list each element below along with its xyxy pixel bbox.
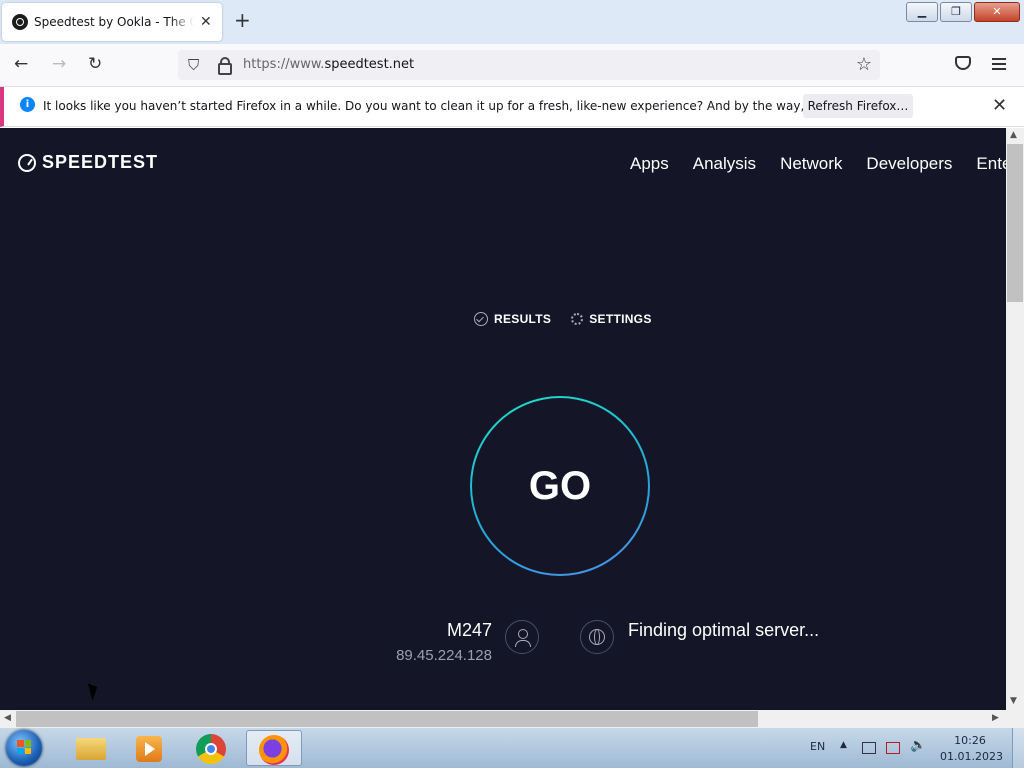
ip-address: 89.45.224.128 (396, 647, 492, 664)
scroll-right-arrow-icon[interactable]: ▶ (992, 713, 999, 723)
result-settings-links: RESULTS SETTINGS (474, 312, 652, 326)
windows-taskbar: EN ▲ 🔈 10:26 01.01.2023 (0, 728, 1024, 768)
lock-icon[interactable] (218, 57, 232, 75)
tab-close-icon[interactable]: ✕ (200, 14, 212, 30)
reload-icon[interactable]: ↻ (88, 54, 102, 74)
go-button[interactable]: GO (470, 396, 650, 576)
taskbar-file-explorer[interactable] (62, 730, 118, 766)
language-indicator[interactable]: EN (810, 740, 825, 753)
nav-item-apps[interactable]: Apps (630, 154, 669, 174)
hamburger-menu-icon[interactable] (992, 58, 1006, 73)
folder-icon (76, 738, 106, 760)
new-tab-button[interactable]: + (234, 8, 251, 32)
nav-item-analysis[interactable]: Analysis (693, 154, 756, 174)
chrome-icon (196, 734, 226, 764)
tab-bar: Speedtest by Ookla - The Global Broadban… (0, 0, 1024, 44)
nav-item-developers[interactable]: Developers (866, 154, 952, 174)
clock-time: 10:26 (954, 734, 986, 747)
logo-text: SPEEDTEST (42, 152, 159, 172)
notification-bar: i It looks like you haven’t started Fire… (0, 87, 1024, 127)
window-controls: ▁ ❐ ✕ (906, 2, 1020, 22)
horizontal-scrollbar[interactable]: ◀ ▶ (0, 710, 1006, 728)
close-window-button[interactable]: ✕ (974, 2, 1020, 22)
taskbar-clock[interactable]: 10:26 01.01.2023 (940, 733, 1003, 765)
results-link[interactable]: RESULTS (474, 312, 551, 326)
maximize-button[interactable]: ❐ (940, 2, 972, 22)
navigation-toolbar: ← → ↻ ⛉ https://www.speedtest.net ☆ (0, 44, 1024, 87)
minimize-button[interactable]: ▁ (906, 2, 938, 22)
taskbar-media-player[interactable] (122, 730, 178, 766)
media-player-icon (136, 736, 162, 762)
speedometer-icon (18, 153, 36, 172)
server-status[interactable]: Finding optimal server... (628, 620, 819, 641)
tray-expand-icon[interactable]: ▲ (840, 740, 847, 750)
back-arrow-icon[interactable]: ← (14, 54, 28, 74)
pocket-icon[interactable] (955, 56, 971, 70)
tab-speedtest[interactable]: Speedtest by Ookla - The Global Broadban… (2, 3, 222, 41)
isp-name: M247 (446, 620, 492, 640)
scroll-up-arrow-icon[interactable]: ▲ (1010, 130, 1017, 140)
refresh-firefox-button[interactable]: Refresh Firefox… (803, 94, 913, 118)
scroll-down-arrow-icon[interactable]: ▼ (1010, 696, 1017, 706)
vertical-scrollbar[interactable]: ▲ ▼ (1006, 128, 1024, 710)
gear-icon (571, 313, 584, 325)
volume-icon[interactable]: 🔈 (910, 738, 926, 753)
user-icon[interactable] (505, 620, 539, 654)
vertical-scroll-thumb[interactable] (1007, 144, 1023, 302)
network-disconnected-icon[interactable] (886, 742, 900, 754)
speedtest-page: SPEEDTEST Apps Analysis Network Develope… (0, 128, 1006, 710)
nav-item-enterprise[interactable]: Enterprise (976, 154, 1006, 174)
tab-title: Speedtest by Ookla - The Global Broadban… (34, 15, 194, 29)
speedtest-favicon-icon (12, 14, 28, 30)
address-bar[interactable]: ⛉ https://www.speedtest.net ☆ (178, 50, 880, 80)
shield-icon[interactable]: ⛉ (188, 56, 199, 74)
scrollbar-corner (1006, 710, 1024, 728)
notification-message: It looks like you haven’t started Firefo… (43, 99, 899, 113)
settings-link[interactable]: SETTINGS (571, 312, 651, 326)
globe-icon[interactable] (580, 620, 614, 654)
speedtest-logo[interactable]: SPEEDTEST (18, 152, 158, 173)
isp-info: M247 89.45.224.128 (396, 620, 492, 664)
nav-item-network[interactable]: Network (780, 154, 842, 174)
clock-date: 01.01.2023 (940, 750, 1003, 763)
results-label: RESULTS (494, 312, 552, 326)
scroll-left-arrow-icon[interactable]: ◀ (4, 713, 11, 723)
show-desktop-button[interactable] (1012, 728, 1024, 768)
firefox-icon (259, 735, 289, 765)
taskbar-chrome[interactable] (184, 730, 240, 766)
bookmark-star-icon[interactable]: ☆ (856, 54, 872, 75)
info-icon: i (20, 97, 35, 112)
action-center-icon[interactable] (862, 742, 876, 754)
horizontal-scroll-thumb[interactable] (16, 711, 758, 727)
forward-arrow-icon[interactable]: → (52, 54, 66, 74)
checkmark-circle-icon (474, 312, 488, 326)
windows-logo-icon (17, 740, 31, 754)
go-label: GO (528, 464, 592, 508)
settings-label: SETTINGS (589, 312, 652, 326)
url-text[interactable]: https://www.speedtest.net (243, 57, 414, 72)
start-button[interactable] (6, 730, 42, 766)
site-navigation: Apps Analysis Network Developers Enterpr… (630, 154, 1006, 174)
notification-close-icon[interactable]: ✕ (992, 95, 1007, 116)
taskbar-firefox[interactable] (246, 730, 302, 766)
